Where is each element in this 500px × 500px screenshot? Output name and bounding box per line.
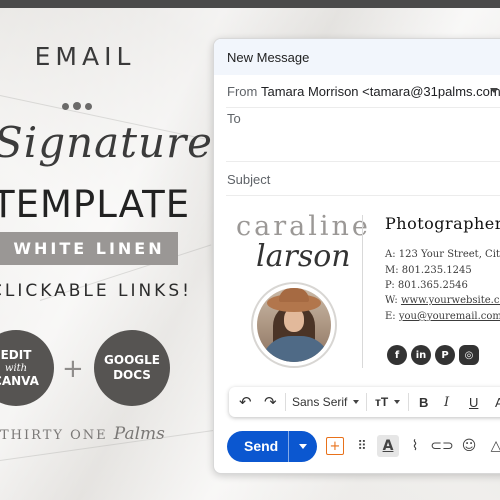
compose-title: New Message	[227, 49, 310, 65]
undo-icon[interactable]: ↶	[239, 387, 252, 417]
signature-mobile: M: 801.235.1245	[385, 265, 472, 276]
toolbar-separator	[366, 393, 367, 411]
compose-header[interactable]: New Message	[214, 39, 500, 75]
text-color-button[interactable]: A	[495, 387, 500, 417]
brand-script: Palms	[113, 424, 165, 444]
compose-window: New Message From Tamara Morrison <tamara…	[213, 38, 500, 474]
badge-docs-label: DOCS	[113, 368, 151, 382]
avatar	[251, 282, 337, 368]
field-divider	[226, 107, 500, 108]
linkedin-icon[interactable]: in	[411, 345, 431, 365]
from-field[interactable]: Tamara Morrison <tamara@31palms.com>	[261, 84, 500, 99]
promo-template-heading: TEMPLATE	[0, 183, 191, 226]
signature-last-name: larson	[256, 239, 351, 274]
chevron-down-icon[interactable]	[490, 88, 498, 93]
badge-google-docs: GOOGLE DOCS	[94, 330, 170, 406]
send-label: Send	[244, 438, 279, 454]
toolbar-separator	[408, 393, 409, 411]
promo-clickable-links: CLICKABLE LINKS!	[0, 281, 192, 301]
badge-google-label: GOOGLE	[104, 353, 160, 367]
field-divider	[226, 161, 500, 162]
signature-divider	[362, 215, 363, 368]
promo-signature-script: Signature	[0, 118, 214, 167]
plus-sign: +	[62, 354, 84, 384]
drive-icon[interactable]: △	[487, 437, 500, 455]
subject-field[interactable]: Subject	[227, 172, 270, 187]
send-button[interactable]: Send	[227, 431, 317, 462]
from-label: From	[227, 84, 258, 99]
pinterest-icon[interactable]: P	[435, 345, 455, 365]
badge-edit-label: EDIT	[0, 347, 32, 362]
send-options-chevron-icon[interactable]	[299, 444, 307, 449]
font-size-icon: тT	[375, 395, 389, 409]
badge-with-label: with	[4, 362, 28, 374]
font-select[interactable]: Sans Serif	[292, 387, 360, 417]
formatting-options-icon[interactable]: A	[377, 435, 399, 457]
formatting-toolbar: ↶ ↷ Sans Serif тT B I U A	[229, 387, 500, 417]
badge-canva-label: CANVA	[0, 373, 39, 388]
grid-apps-icon[interactable]: ⠿	[353, 437, 371, 455]
promo-email-heading: EMAIL	[34, 42, 136, 71]
font-size-select[interactable]: тT	[375, 387, 401, 417]
attach-icon[interactable]: ⌇	[406, 437, 424, 455]
email-label: E:	[385, 311, 396, 322]
field-divider	[226, 195, 500, 196]
link-icon[interactable]: ⊂⊃	[430, 437, 453, 455]
font-select-value: Sans Serif	[292, 395, 348, 409]
signature-role: Photographer	[385, 214, 500, 233]
signature-phone: P: 801.365.2546	[385, 280, 468, 291]
promo-banner: WHITE LINEN	[0, 232, 178, 265]
emoji-icon[interactable]: ☺	[460, 437, 478, 455]
underline-button[interactable]: U	[469, 387, 478, 417]
email-link[interactable]: you@youremail.com	[399, 311, 500, 322]
signature-email: E: you@youremail.com	[385, 311, 500, 322]
brand-name: THIRTY ONE	[0, 428, 108, 443]
signature-first-name: caraline	[236, 211, 371, 242]
signature-address: A: 123 Your Street, City,	[385, 249, 500, 260]
addon-icon[interactable]: +	[326, 437, 344, 455]
web-label: W:	[385, 295, 398, 306]
to-label[interactable]: To	[227, 111, 241, 126]
signature-website: W: www.yourwebsite.co	[385, 295, 500, 306]
redo-icon[interactable]: ↷	[264, 387, 277, 417]
italic-button[interactable]: I	[444, 387, 449, 417]
send-split-divider	[288, 431, 289, 462]
website-link[interactable]: www.yourwebsite.co	[401, 295, 500, 306]
decorative-dots	[62, 102, 92, 110]
instagram-icon[interactable]: ◎	[459, 345, 479, 365]
top-bar	[0, 0, 500, 8]
toolbar-separator	[285, 393, 286, 411]
facebook-icon[interactable]: f	[387, 345, 407, 365]
bold-button[interactable]: B	[419, 387, 428, 417]
brand-logo: THIRTY ONE Palms	[0, 424, 165, 444]
